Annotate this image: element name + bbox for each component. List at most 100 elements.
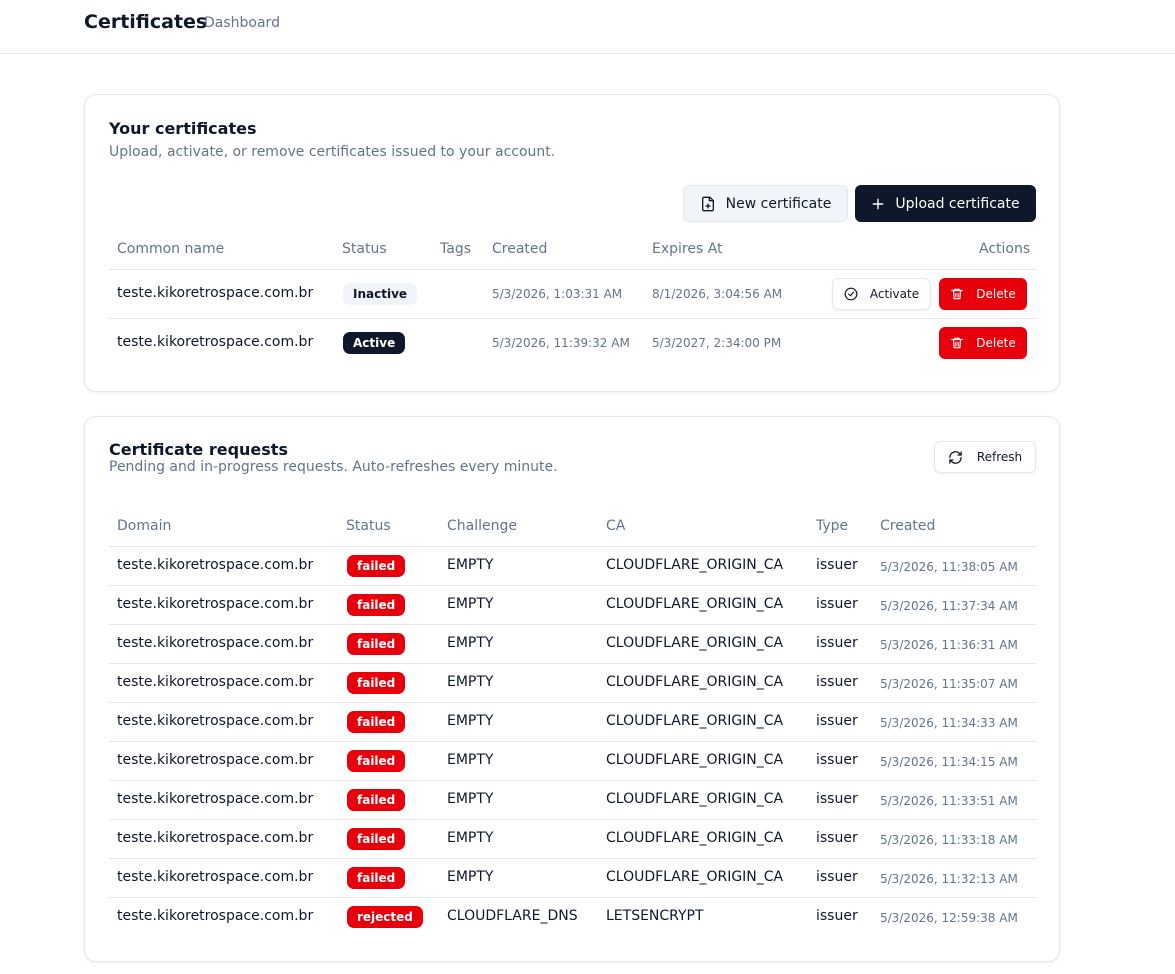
request-created: 5/3/2026, 12:59:38 AM bbox=[880, 911, 1018, 925]
cert-common-name: teste.kikoretrospace.com.br bbox=[117, 285, 314, 301]
certificates-title: Your certificates bbox=[109, 119, 257, 138]
request-type: issuer bbox=[816, 791, 858, 807]
activate-button[interactable]: Activate bbox=[832, 278, 931, 310]
refresh-icon bbox=[949, 450, 962, 464]
request-challenge: CLOUDFLARE_DNS bbox=[447, 908, 578, 924]
new-certificate-label: New certificate bbox=[725, 195, 832, 212]
status-badge: Inactive bbox=[343, 283, 418, 305]
status-badge: failed bbox=[347, 711, 406, 733]
request-ca: CLOUDFLARE_ORIGIN_CA bbox=[606, 752, 784, 768]
request-domain: teste.kikoretrospace.com.br bbox=[117, 674, 314, 690]
col-status: Status bbox=[342, 241, 387, 257]
request-ca: CLOUDFLARE_ORIGIN_CA bbox=[606, 713, 784, 729]
request-created: 5/3/2026, 11:35:07 AM bbox=[880, 677, 1018, 691]
request-type: issuer bbox=[816, 713, 858, 729]
requests-title: Certificate requests bbox=[109, 440, 288, 459]
certificates-subtitle: Upload, activate, or remove certificates… bbox=[109, 144, 556, 160]
request-ca: CLOUDFLARE_ORIGIN_CA bbox=[606, 596, 784, 612]
row-divider bbox=[109, 546, 1036, 547]
request-type: issuer bbox=[816, 557, 858, 573]
cert-created: 5/3/2026, 1:03:31 AM bbox=[492, 287, 623, 301]
request-type: issuer bbox=[816, 752, 858, 768]
cert-created: 5/3/2026, 11:39:32 AM bbox=[492, 336, 630, 350]
request-ca: CLOUDFLARE_ORIGIN_CA bbox=[606, 869, 784, 885]
check-circle-icon bbox=[844, 287, 858, 301]
delete-label: Delete bbox=[976, 287, 1016, 301]
col-created: Created bbox=[880, 518, 936, 534]
row-divider bbox=[109, 663, 1036, 664]
row-divider bbox=[109, 624, 1036, 625]
col-type: Type bbox=[816, 518, 849, 534]
request-challenge: EMPTY bbox=[447, 596, 494, 612]
app-title: Certificates bbox=[84, 11, 208, 33]
row-divider bbox=[109, 269, 1036, 270]
request-ca: CLOUDFLARE_ORIGIN_CA bbox=[606, 830, 784, 846]
status-badge: Active bbox=[343, 332, 406, 354]
request-challenge: EMPTY bbox=[447, 869, 494, 885]
delete-label: Delete bbox=[976, 336, 1016, 350]
plus-icon bbox=[873, 198, 884, 209]
upload-certificate-label: Upload certificate bbox=[895, 195, 1020, 212]
col-created: Created bbox=[492, 241, 548, 257]
request-domain: teste.kikoretrospace.com.br bbox=[117, 791, 314, 807]
status-badge: failed bbox=[347, 789, 406, 811]
nav-dashboard-link[interactable]: Dashboard bbox=[204, 15, 280, 31]
request-challenge: EMPTY bbox=[447, 635, 494, 651]
request-created: 5/3/2026, 11:32:13 AM bbox=[880, 872, 1018, 886]
status-badge: failed bbox=[347, 594, 406, 616]
row-divider bbox=[109, 780, 1036, 781]
request-challenge: EMPTY bbox=[447, 557, 494, 573]
request-ca: CLOUDFLARE_ORIGIN_CA bbox=[606, 635, 784, 651]
status-badge: failed bbox=[347, 555, 406, 577]
col-expires-at: Expires At bbox=[652, 241, 723, 257]
request-challenge: EMPTY bbox=[447, 752, 494, 768]
col-status: Status bbox=[346, 518, 391, 534]
row-divider bbox=[109, 858, 1036, 859]
request-domain: teste.kikoretrospace.com.br bbox=[117, 752, 314, 768]
request-ca: CLOUDFLARE_ORIGIN_CA bbox=[606, 791, 784, 807]
col-tags: Tags bbox=[440, 241, 471, 257]
request-challenge: EMPTY bbox=[447, 830, 494, 846]
status-badge: failed bbox=[347, 867, 406, 889]
request-ca: CLOUDFLARE_ORIGIN_CA bbox=[606, 674, 784, 690]
request-created: 5/3/2026, 11:33:51 AM bbox=[880, 794, 1018, 808]
upload-certificate-button[interactable]: Upload certificate bbox=[855, 185, 1036, 222]
delete-button[interactable]: Delete bbox=[939, 327, 1027, 359]
request-domain: teste.kikoretrospace.com.br bbox=[117, 557, 314, 573]
new-certificate-button[interactable]: New certificate bbox=[683, 185, 848, 222]
cert-expires: 5/3/2027, 2:34:00 PM bbox=[652, 336, 782, 350]
requests-subtitle: Pending and in-progress requests. Auto-r… bbox=[109, 459, 558, 475]
refresh-button[interactable]: Refresh bbox=[934, 441, 1036, 473]
request-created: 5/3/2026, 11:36:31 AM bbox=[880, 638, 1018, 652]
refresh-label: Refresh bbox=[976, 450, 1023, 464]
status-badge: failed bbox=[347, 750, 406, 772]
delete-button[interactable]: Delete bbox=[939, 278, 1027, 310]
requests-card: Certificate requests Pending and in-prog… bbox=[84, 416, 1060, 962]
request-domain: teste.kikoretrospace.com.br bbox=[117, 596, 314, 612]
request-created: 5/3/2026, 11:33:18 AM bbox=[880, 833, 1018, 847]
col-domain: Domain bbox=[117, 518, 172, 534]
request-type: issuer bbox=[816, 908, 858, 924]
row-divider bbox=[109, 819, 1036, 820]
file-plus-icon bbox=[701, 196, 714, 211]
request-type: issuer bbox=[816, 674, 858, 690]
row-divider bbox=[109, 318, 1036, 319]
request-challenge: EMPTY bbox=[447, 791, 494, 807]
request-domain: teste.kikoretrospace.com.br bbox=[117, 908, 314, 924]
request-domain: teste.kikoretrospace.com.br bbox=[117, 635, 314, 651]
request-type: issuer bbox=[816, 596, 858, 612]
trash-icon bbox=[951, 337, 964, 349]
request-domain: teste.kikoretrospace.com.br bbox=[117, 830, 314, 846]
col-common-name: Common name bbox=[117, 241, 225, 257]
request-challenge: EMPTY bbox=[447, 713, 494, 729]
request-created: 5/3/2026, 11:34:33 AM bbox=[880, 716, 1018, 730]
request-domain: teste.kikoretrospace.com.br bbox=[117, 869, 314, 885]
request-type: issuer bbox=[816, 830, 858, 846]
request-created: 5/3/2026, 11:37:34 AM bbox=[880, 599, 1018, 613]
status-badge: failed bbox=[347, 828, 406, 850]
cert-common-name: teste.kikoretrospace.com.br bbox=[117, 334, 314, 350]
row-divider bbox=[109, 741, 1036, 742]
top-bar: Certificates Dashboard bbox=[0, 0, 1175, 54]
col-actions: Actions bbox=[979, 241, 1031, 257]
request-ca: CLOUDFLARE_ORIGIN_CA bbox=[606, 557, 784, 573]
